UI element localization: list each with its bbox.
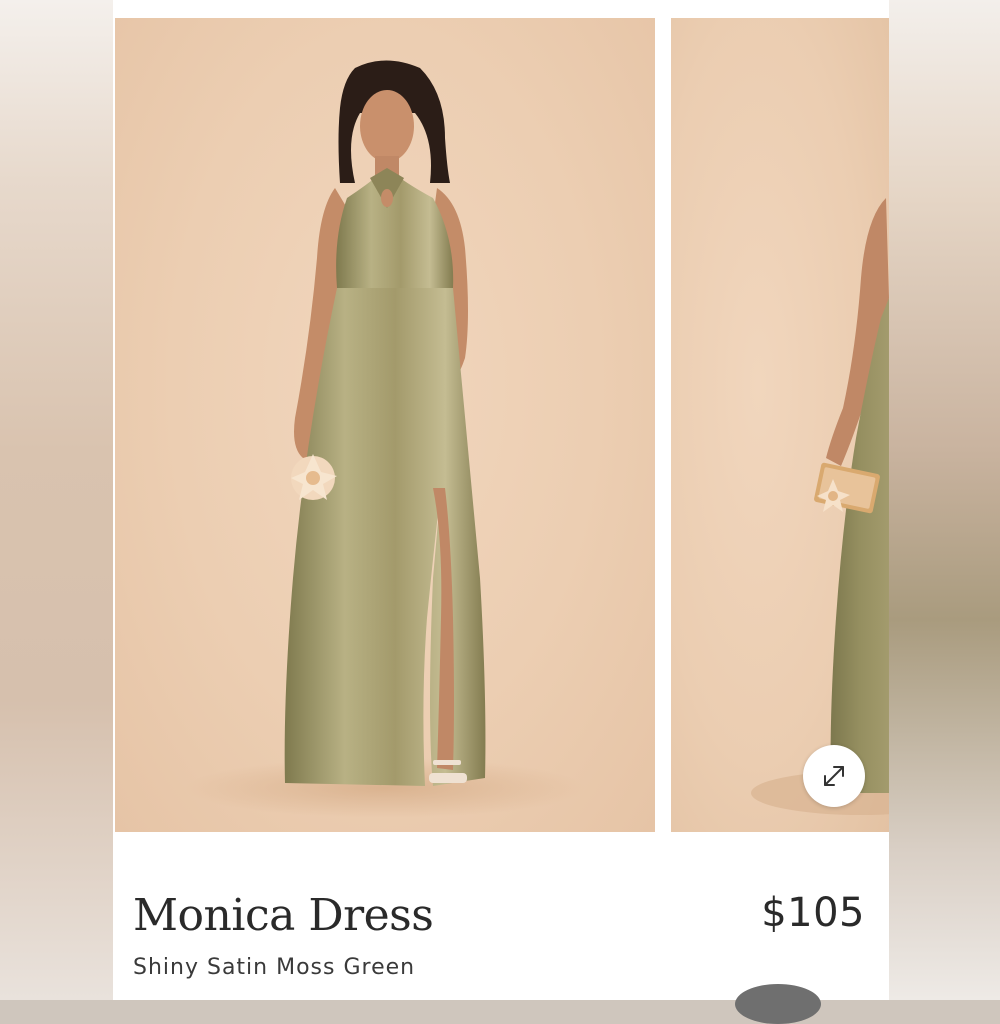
product-card: Monica Dress $105 Shiny Satin Moss Green [113,18,889,1000]
floating-button-peek[interactable] [735,984,821,1024]
expand-image-button[interactable] [803,745,865,807]
product-variant: Shiny Satin Moss Green [133,955,416,980]
product-image-main[interactable] [115,18,655,832]
product-image-gallery[interactable] [113,18,889,832]
expand-arrows-icon [824,766,844,786]
product-image-secondary[interactable] [671,18,889,832]
product-info: Monica Dress $105 Shiny Satin Moss Green [113,832,889,1000]
top-strip [113,0,889,18]
model-side-illustration [751,198,889,815]
backdrop-right [889,0,1000,1000]
backdrop-left [0,0,113,1000]
model-front-illustration [185,60,585,818]
product-price: $105 [761,890,865,936]
product-title[interactable]: Monica Dress [133,890,434,941]
